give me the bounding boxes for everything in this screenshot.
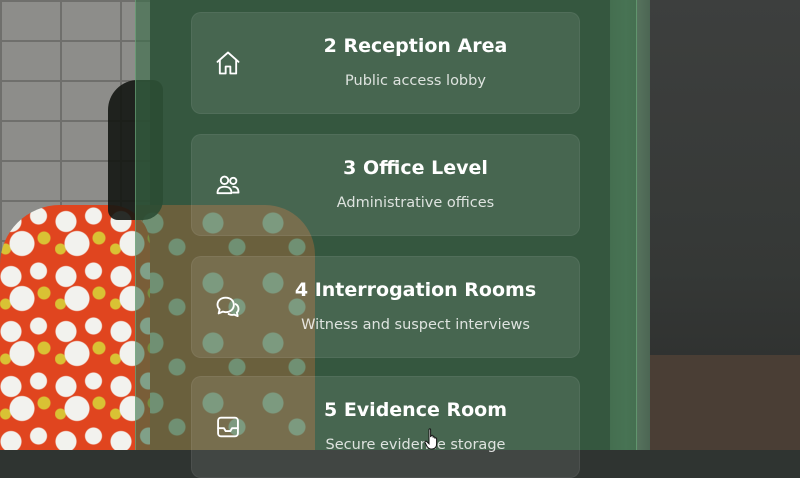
character-shirt <box>0 205 150 450</box>
floor-subtitle: Public access lobby <box>345 73 486 89</box>
floor-option-office[interactable]: 3 Office Level Administrative offices <box>191 134 580 236</box>
home-icon <box>214 49 242 77</box>
users-icon <box>214 171 242 199</box>
hand-pointer-cursor-icon <box>424 428 442 450</box>
elevator-menu-panel: 2 Reception Area Public access lobby 3 O… <box>135 0 637 478</box>
floor-title: 3 Office Level <box>343 157 488 179</box>
floor-title: 4 Interrogation Rooms <box>294 279 537 301</box>
chat-icon <box>214 293 242 321</box>
floor-subtitle: Administrative offices <box>336 195 495 211</box>
floor-subtitle: Witness and suspect interviews <box>301 317 530 333</box>
floor-option-evidence[interactable]: 5 Evidence Room Secure evidence storage <box>191 376 580 478</box>
archive-box-icon <box>214 413 242 441</box>
floor-subtitle: Secure evidence storage <box>325 437 506 453</box>
floor-option-interrogation[interactable]: 4 Interrogation Rooms Witness and suspec… <box>191 256 580 358</box>
floor-title: 5 Evidence Room <box>323 399 508 421</box>
floor-option-reception[interactable]: 2 Reception Area Public access lobby <box>191 12 580 114</box>
floor-title: 2 Reception Area <box>323 35 508 57</box>
